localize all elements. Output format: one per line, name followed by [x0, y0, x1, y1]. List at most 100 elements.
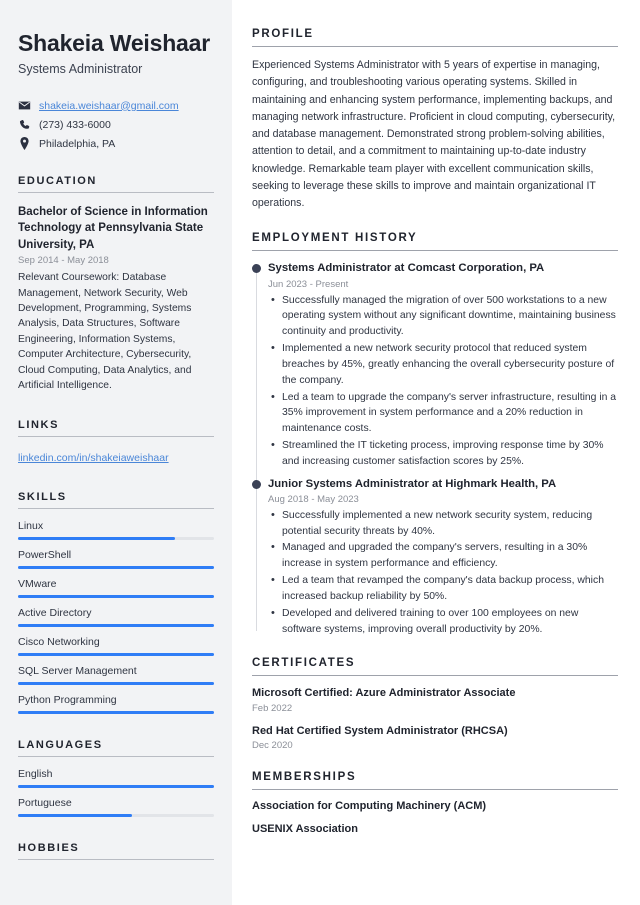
timeline-dot-icon	[252, 479, 261, 489]
divider	[18, 507, 214, 509]
education-entry: Bachelor of Science in Information Techn…	[18, 204, 214, 393]
contact-block: shakeia.weishaar@gmail.com (273) 433-600…	[18, 99, 214, 151]
employment-timeline: Systems Administrator at Comcast Corpora…	[252, 261, 618, 637]
section-profile: PROFILE Experienced Systems Administrato…	[252, 28, 618, 212]
skill-bar-track	[18, 536, 214, 540]
skill-bar-fill	[18, 681, 214, 685]
certificate-date: Dec 2020	[252, 740, 293, 752]
resume-page: Shakeia Weishaar Systems Administrator s…	[0, 0, 640, 905]
memberships-heading: MEMBERSHIPS	[252, 771, 357, 784]
skill-item: Linux	[18, 520, 214, 540]
skill-item: Active Directory	[18, 607, 214, 627]
sidebar: Shakeia Weishaar Systems Administrator s…	[0, 0, 232, 905]
candidate-name: Shakeia Weishaar	[18, 30, 210, 56]
links-heading: LINKS	[18, 418, 59, 431]
skill-bar-fill	[18, 565, 214, 569]
employment-bullet: Successfully managed the migration of ov…	[268, 292, 618, 340]
languages-list: English Portuguese	[18, 768, 214, 817]
linkedin-link[interactable]: linkedin.com/in/shakeiaweishaar	[18, 452, 169, 464]
divider	[18, 435, 214, 437]
section-education: EDUCATION Bachelor of Science in Informa…	[18, 175, 214, 393]
education-description: Relevant Coursework: Database Management…	[18, 272, 192, 392]
skills-list: Linux PowerShell VMware Active Directory Cis…	[18, 520, 214, 714]
certificate-name: Microsoft Certified: Azure Administrator…	[252, 687, 516, 700]
section-skills: SKILLS Linux PowerShell VMware Active Direc…	[18, 491, 214, 714]
employment-bullet: Developed and delivered training to over…	[268, 605, 618, 638]
skill-bar-track	[18, 710, 214, 714]
candidate-role: Systems Administrator	[18, 62, 143, 77]
employment-heading: EMPLOYMENT HISTORY	[252, 232, 418, 245]
skill-bar-track	[18, 565, 214, 569]
profile-heading: PROFILE	[252, 28, 314, 40]
divider	[252, 789, 618, 791]
membership-item: Association for Computing Machinery (ACM…	[252, 800, 487, 813]
skills-heading: SKILLS	[18, 490, 67, 503]
skill-label: Active Directory	[18, 606, 92, 619]
employment-bullet: Led a team that revamped the company's d…	[268, 572, 618, 605]
divider	[252, 675, 618, 677]
link-item[interactable]: linkedin.com/in/shakeiaweishaar	[18, 448, 214, 466]
location-text: Philadelphia, PA	[39, 137, 116, 150]
employment-bullet-list: Successfully managed the migration of ov…	[268, 292, 618, 470]
employment-bullet: Led a team to upgrade the company's serv…	[268, 389, 618, 437]
employment-date: Aug 2018 - May 2023	[268, 493, 359, 505]
divider	[18, 755, 214, 757]
skill-bar-fill	[18, 536, 175, 540]
envelope-icon	[18, 99, 31, 112]
skill-item: SQL Server Management	[18, 665, 214, 685]
education-degree: Bachelor of Science in Information Techn…	[18, 206, 208, 251]
skill-label: PowerShell	[18, 548, 72, 561]
section-languages: LANGUAGES English Portuguese	[18, 739, 214, 817]
employment-job-title: Junior Systems Administrator at Highmark…	[268, 477, 557, 490]
section-hobbies: HOBBIES	[18, 842, 214, 860]
language-label: English	[18, 767, 53, 780]
language-bar-fill	[18, 813, 132, 817]
certificate-name: Red Hat Certified System Administrator (…	[252, 724, 508, 737]
certificate-item: Microsoft Certified: Azure Administrator…	[252, 686, 618, 713]
employment-date: Jun 2023 - Present	[268, 278, 349, 290]
profile-text: Experienced Systems Administrator with 5…	[252, 59, 616, 210]
contact-email-row[interactable]: shakeia.weishaar@gmail.com	[18, 99, 214, 112]
skill-label: SQL Server Management	[18, 664, 137, 677]
certificate-date: Feb 2022	[252, 702, 293, 714]
education-date: Sep 2014 - May 2018	[18, 255, 109, 267]
language-bar-track	[18, 784, 214, 788]
skill-bar-track	[18, 594, 214, 598]
skill-label: Cisco Networking	[18, 635, 100, 648]
skill-bar-fill	[18, 623, 214, 627]
skill-bar-fill	[18, 652, 214, 656]
skill-bar-track	[18, 623, 214, 627]
employment-bullet-list: Successfully implemented a new network s…	[268, 507, 618, 638]
section-employment: EMPLOYMENT HISTORY Systems Administrator…	[252, 232, 618, 637]
employment-bullet: Successfully implemented a new network s…	[268, 507, 618, 540]
hobbies-heading: HOBBIES	[18, 841, 80, 854]
employment-entry: Junior Systems Administrator at Highmark…	[252, 477, 618, 638]
skill-bar-track	[18, 652, 214, 656]
phone-text: (273) 433-6000	[39, 118, 111, 131]
contact-phone-row: (273) 433-6000	[18, 118, 214, 131]
education-heading: EDUCATION	[18, 175, 97, 188]
employment-entry: Systems Administrator at Comcast Corpora…	[252, 261, 618, 470]
certificates-heading: CERTIFICATES	[252, 657, 356, 670]
employment-bullet: Streamlined the IT ticketing process, im…	[268, 437, 618, 470]
language-item: Portuguese	[18, 797, 214, 817]
skill-item: Python Programming	[18, 694, 214, 714]
section-memberships: MEMBERSHIPS Association for Computing Ma…	[252, 771, 618, 835]
divider	[252, 46, 618, 47]
skill-item: VMware	[18, 578, 214, 598]
skill-label: Python Programming	[18, 693, 117, 706]
section-certificates: CERTIFICATES Microsoft Certified: Azure …	[252, 657, 618, 751]
skill-bar-fill	[18, 710, 214, 714]
employment-bullet: Managed and upgraded the company's serve…	[268, 539, 618, 572]
certificates-list: Microsoft Certified: Azure Administrator…	[252, 686, 618, 751]
language-label: Portuguese	[18, 796, 72, 809]
skill-label: VMware	[18, 577, 57, 590]
employment-bullet: Implemented a new network security proto…	[268, 340, 618, 388]
divider	[18, 192, 214, 194]
email-link[interactable]: shakeia.weishaar@gmail.com	[39, 100, 179, 112]
certificate-item: Red Hat Certified System Administrator (…	[252, 724, 618, 751]
divider	[18, 858, 214, 860]
language-item: English	[18, 768, 214, 788]
language-bar-track	[18, 813, 214, 817]
membership-item: USENIX Association	[252, 823, 358, 836]
